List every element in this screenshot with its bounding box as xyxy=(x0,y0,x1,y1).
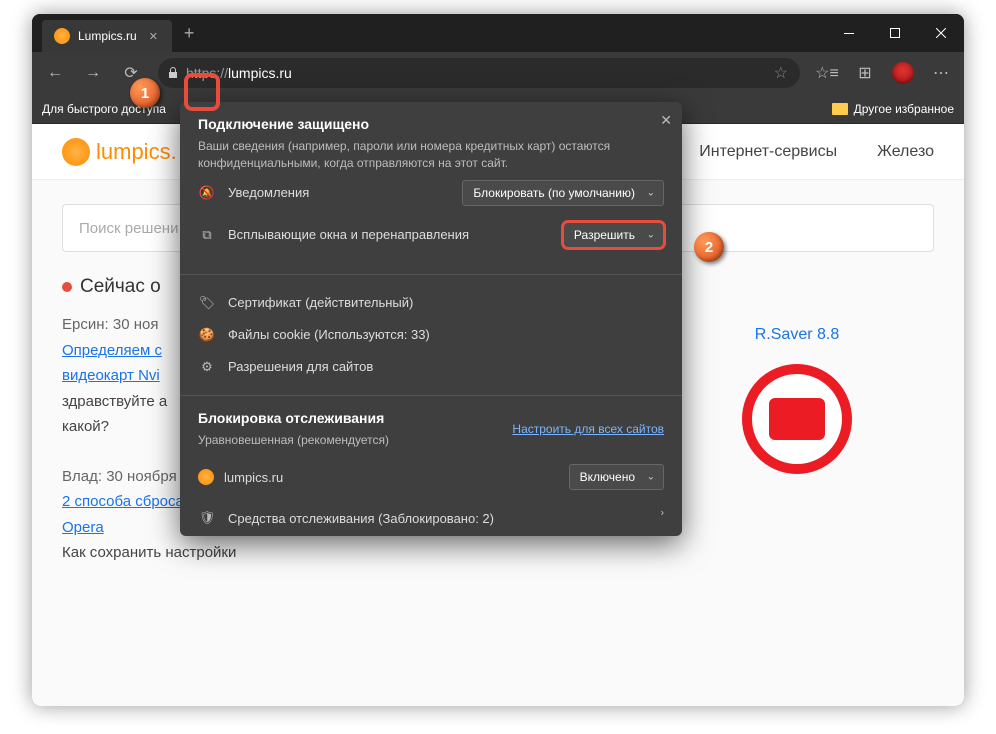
site-permissions-row[interactable]: ⚙ Разрешения для сайтов xyxy=(198,351,664,383)
program-rsaver[interactable]: R.Saver 8.8 xyxy=(742,326,852,590)
chevron-down-icon: ⌄ xyxy=(647,187,655,198)
other-favorites-folder[interactable]: Другое избранное xyxy=(832,102,954,116)
site-nav: Интернет-сервисы Железо xyxy=(699,143,934,161)
annotation-2: 2 xyxy=(694,232,724,262)
red-dot-icon xyxy=(62,282,72,292)
site-info-flyout: ✕ Подключение защищено Ваши сведения (на… xyxy=(180,102,682,536)
comment-1-link[interactable]: Определяем с xyxy=(62,342,162,359)
certificate-icon: 🏷 xyxy=(198,295,216,311)
tab-title: Lumpics.ru xyxy=(78,29,137,43)
profile-icon[interactable] xyxy=(886,56,920,90)
popup-icon: ⧉ xyxy=(198,227,216,243)
forward-button[interactable]: → xyxy=(76,56,110,90)
favorites-icon[interactable]: ☆≡ xyxy=(810,56,844,90)
titlebar: Lumpics.ru ✕ + xyxy=(32,14,964,52)
url-text: https://lumpics.ru xyxy=(186,65,292,81)
lock-icon[interactable] xyxy=(166,66,180,80)
bell-icon: 🔕 xyxy=(198,185,216,201)
site-logo[interactable]: lumpics. xyxy=(62,138,177,166)
cookie-icon: 🍪 xyxy=(198,327,216,343)
logo-text: lumpics. xyxy=(96,139,177,165)
logo-icon xyxy=(62,138,90,166)
certificate-row[interactable]: 🏷 Сертификат (действительный) xyxy=(198,287,664,319)
domain-favicon-icon xyxy=(198,469,214,485)
permission-popups: ⧉ Всплывающие окна и перенаправления Раз… xyxy=(198,214,664,256)
address-bar[interactable]: https://lumpics.ru ☆ xyxy=(158,58,800,88)
chevron-right-icon: › xyxy=(661,507,664,518)
toolbar: ← → ⟳ https://lumpics.ru ☆ ☆≡ ⊞ ⋯ xyxy=(32,52,964,94)
browser-tab[interactable]: Lumpics.ru ✕ xyxy=(42,20,172,52)
nav-services[interactable]: Интернет-сервисы xyxy=(699,143,837,161)
close-window-button[interactable] xyxy=(918,14,964,52)
notifications-select[interactable]: Блокировать (по умолчанию)⌄ xyxy=(462,180,664,206)
flyout-close-button[interactable]: ✕ xyxy=(660,112,672,129)
menu-button[interactable]: ⋯ xyxy=(924,56,958,90)
minimize-button[interactable] xyxy=(826,14,872,52)
back-button[interactable]: ← xyxy=(38,56,72,90)
tab-close-button[interactable]: ✕ xyxy=(145,30,162,43)
domain-row: lumpics.ru Включено⌄ xyxy=(180,454,682,500)
folder-icon xyxy=(832,103,848,115)
gear-icon: ⚙ xyxy=(198,359,216,375)
tracking-desc: Уравновешенная (рекомендуется) xyxy=(198,432,389,449)
popups-select[interactable]: Разрешить⌄ xyxy=(563,222,664,248)
nav-hardware[interactable]: Железо xyxy=(877,143,934,161)
trackers-row[interactable]: 🛡 Средства отслеживания (Заблокировано: … xyxy=(180,500,682,536)
cookies-row[interactable]: 🍪 Файлы cookie (Используются: 33) xyxy=(198,319,664,351)
favorite-icon[interactable]: ☆ xyxy=(774,63,788,83)
shield-icon: 🛡 xyxy=(198,510,216,526)
permission-notifications: 🔕 Уведомления Блокировать (по умолчанию)… xyxy=(198,172,664,214)
annotation-1: 1 xyxy=(130,78,160,108)
favicon-icon xyxy=(54,28,70,44)
chevron-down-icon: ⌄ xyxy=(647,472,655,483)
domain-tracking-select[interactable]: Включено⌄ xyxy=(569,464,664,490)
maximize-button[interactable] xyxy=(872,14,918,52)
collections-icon[interactable]: ⊞ xyxy=(848,56,882,90)
new-tab-button[interactable]: + xyxy=(184,23,195,44)
chevron-down-icon: ⌄ xyxy=(647,229,655,240)
comment-1-link2[interactable]: видеокарт Nvi xyxy=(62,367,160,384)
tracking-settings-link[interactable]: Настроить для всех сайтов xyxy=(512,422,664,436)
window-controls xyxy=(826,14,964,52)
flyout-description: Ваши сведения (например, пароли или номе… xyxy=(198,138,664,172)
flyout-title: Подключение защищено xyxy=(198,116,664,132)
rsaver-icon xyxy=(742,364,852,474)
tracking-title: Блокировка отслеживания xyxy=(198,410,389,426)
